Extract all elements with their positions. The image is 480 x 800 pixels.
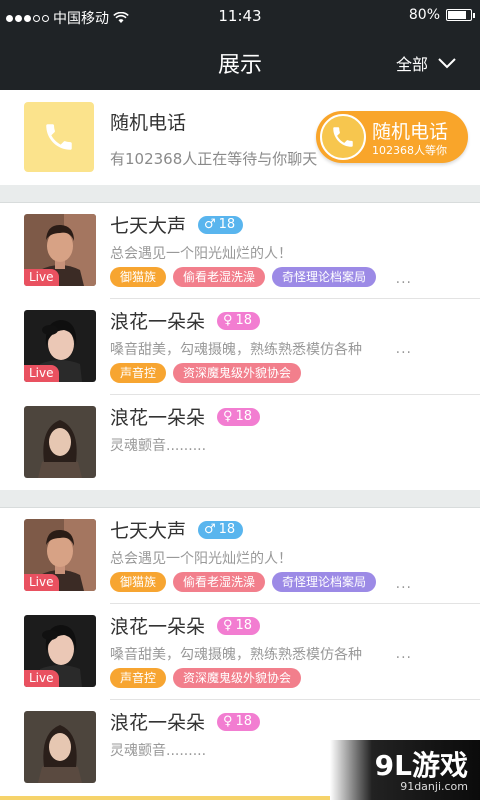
female-icon: ♀ [223,409,233,424]
random-call-button-label: 随机电话 [372,121,449,143]
tag[interactable]: 资深魔鬼级外貌协会 [173,668,302,688]
battery-status: 80% [408,7,475,23]
gender-age-badge: ♀ 18 [217,312,261,330]
user-name: 七天大声 [110,520,187,542]
avatar: Live [24,519,96,591]
gender-age-badge: ♀ 18 [217,408,261,426]
random-call-button[interactable]: 随机电话 102368人等你 [316,111,468,163]
user-bio: 嗓音甜美，勾魂摄魄，熟练熟悉模仿各种 [110,647,362,663]
more-bio-icon[interactable]: ... [396,646,412,662]
tag-list: 御猫族 偷看老湿洗澡 奇怪理论档案局 [110,572,377,592]
battery-percent: 80% [408,7,440,23]
user-bio: 灵魂颤音......... [110,743,207,759]
tag[interactable]: 奇怪理论档案局 [272,572,377,592]
tag[interactable]: 声音控 [110,668,167,688]
watermark-url: 91danji.com [400,780,468,793]
more-bio-icon[interactable]: ... [396,341,412,357]
filter-dropdown[interactable]: 全部 [396,51,456,75]
female-icon: ♀ [223,313,233,328]
user-name: 七天大声 [110,215,187,237]
user-name: 浪花一朵朵 [110,712,206,734]
male-icon: ♂ [204,217,216,232]
watermark: 9L游戏 91danji.com [330,740,480,800]
age-value: 18 [218,217,236,232]
tag[interactable]: 资深魔鬼级外貌协会 [173,363,302,383]
age-value: 18 [218,522,236,537]
user-name: 浪花一朵朵 [110,616,206,638]
random-call-subtitle: 有102368人正在等待与你聊天 [110,150,318,168]
tag[interactable]: 御猫族 [110,267,167,287]
user-name: 浪花一朵朵 [110,311,206,333]
avatar [24,406,96,478]
female-icon: ♀ [223,618,233,633]
battery-icon [446,9,475,21]
user-row[interactable]: 浪花一朵朵 ♀ 18 灵魂颤音......... [0,395,480,491]
age-value: 18 [235,618,253,633]
status-bar: 中国移动 11:43 80% [0,0,480,32]
phone-icon [320,114,366,160]
chevron-down-icon [438,57,456,68]
nav-bar: 展示 全部 [0,32,480,90]
tag[interactable]: 偷看老湿洗澡 [173,267,266,287]
more-tags-icon[interactable]: ... [396,271,412,287]
random-call-button-sub: 102368人等你 [372,144,447,157]
age-value: 18 [235,714,253,729]
user-row[interactable]: Live 浪花一朵朵 ♀ 18 嗓音甜美，勾魂摄魄，熟练熟悉模仿各种 ... 声… [0,299,480,395]
user-bio: 总会遇见一个阳光灿烂的人！ [110,551,292,567]
random-call-title: 随机电话 [110,112,187,134]
bottom-accent-strip [0,796,330,800]
live-badge: Live [24,670,59,687]
filter-label: 全部 [395,55,428,74]
user-row[interactable]: Live 七天大声 ♂ 18 总会遇见一个阳光灿烂的人！ 御猫族 偷看老湿洗澡 … [0,508,480,604]
user-bio: 嗓音甜美，勾魂摄魄，熟练熟悉模仿各种 [110,342,362,358]
tag-list: 御猫族 偷看老湿洗澡 奇怪理论档案局 [110,267,377,287]
male-icon: ♂ [204,522,216,537]
female-icon: ♀ [223,714,233,729]
watermark-logo: 9L游戏 [374,749,468,782]
tag-list: 声音控 资深魔鬼级外貌协会 [110,363,302,383]
tag-list: 声音控 资深魔鬼级外貌协会 [110,668,302,688]
user-name: 浪花一朵朵 [110,407,206,429]
random-call-card[interactable]: 随机电话 有102368人正在等待与你聊天 随机电话 102368人等你 [0,90,480,185]
avatar: Live [24,615,96,687]
user-row[interactable]: Live 七天大声 ♂ 18 总会遇见一个阳光灿烂的人！ 御猫族 偷看老湿洗澡 … [0,203,480,299]
age-value: 18 [235,313,253,328]
user-bio: 总会遇见一个阳光灿烂的人！ [110,246,292,262]
avatar: Live [24,310,96,382]
live-badge: Live [24,365,59,382]
phone-icon [24,102,94,172]
tag[interactable]: 奇怪理论档案局 [272,267,377,287]
gender-age-badge: ♀ 18 [217,617,261,635]
tag[interactable]: 偷看老湿洗澡 [173,572,266,592]
tag[interactable]: 声音控 [110,363,167,383]
live-badge: Live [24,269,59,286]
tag[interactable]: 御猫族 [110,572,167,592]
user-list-group: Live 七天大声 ♂ 18 总会遇见一个阳光灿烂的人！ 御猫族 偷看老湿洗澡 … [0,202,480,490]
avatar: Live [24,214,96,286]
gender-age-badge: ♂ 18 [198,216,244,234]
gender-age-badge: ♂ 18 [198,521,244,539]
gender-age-badge: ♀ 18 [217,713,261,731]
user-row[interactable]: Live 浪花一朵朵 ♀ 18 嗓音甜美，勾魂摄魄，熟练熟悉模仿各种 ... 声… [0,604,480,700]
more-tags-icon[interactable]: ... [396,576,412,592]
age-value: 18 [235,409,253,424]
avatar [24,711,96,783]
user-bio: 灵魂颤音......... [110,438,207,454]
live-badge: Live [24,574,59,591]
